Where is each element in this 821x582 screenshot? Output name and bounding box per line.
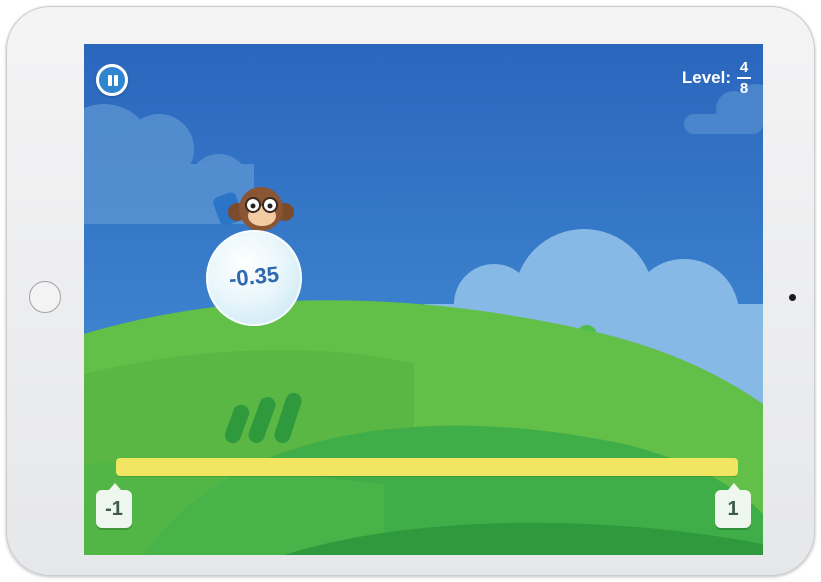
game-screen: Level: 4 8 -0.35 -1 1 <box>84 44 763 555</box>
number-bubble[interactable]: -0.35 <box>206 230 302 326</box>
bubble-group[interactable]: -0.35 <box>196 182 306 332</box>
home-button[interactable] <box>29 281 61 313</box>
bubble-value: -0.35 <box>227 261 281 292</box>
pause-icon <box>108 75 112 86</box>
number-line[interactable] <box>116 458 738 476</box>
level-numerator: 4 <box>739 59 749 76</box>
game-background <box>84 44 763 555</box>
pause-button[interactable] <box>96 64 128 96</box>
tablet-frame: Level: 4 8 -0.35 -1 1 <box>6 6 815 576</box>
level-denominator: 8 <box>739 80 749 97</box>
number-line-min-label: -1 <box>96 483 132 528</box>
camera <box>789 294 796 301</box>
fraction-bar <box>737 77 751 79</box>
level-indicator: Level: 4 8 <box>682 60 751 96</box>
level-fraction: 4 8 <box>737 60 751 96</box>
number-line-max-label: 1 <box>715 483 751 528</box>
level-label: Level: <box>681 68 731 87</box>
